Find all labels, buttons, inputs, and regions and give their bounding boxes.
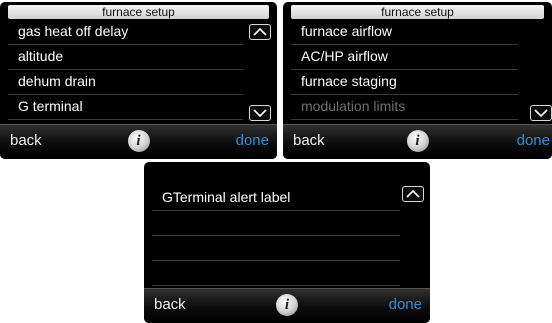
menu-list: furnace airflow AC/HP airflow furnace st… (291, 20, 518, 120)
scroll-up-button[interactable] (249, 24, 271, 40)
menu-item-g-terminal[interactable]: G terminal (8, 95, 243, 120)
done-button[interactable]: done (517, 132, 550, 149)
done-button[interactable]: done (389, 296, 422, 313)
menu-list: gas heat off delay altitude dehum drain … (8, 20, 243, 120)
menu-item-gterminal-alert-label[interactable]: GTerminal alert label (152, 186, 400, 211)
furnace-setup-screen-1: furnace setup gas heat off delay altitud… (0, 2, 277, 159)
screen-title: furnace setup (291, 5, 544, 19)
scroll-down-button[interactable] (249, 105, 271, 121)
back-button[interactable]: back (10, 132, 42, 149)
empty-row (152, 261, 400, 286)
footer-bar: back i done (0, 124, 277, 159)
menu-item-furnace-airflow[interactable]: furnace airflow (291, 20, 518, 45)
menu-item-furnace-staging[interactable]: furnace staging (291, 70, 518, 95)
scroll-down-button[interactable] (530, 105, 552, 121)
menu-item-gas-heat-off-delay[interactable]: gas heat off delay (8, 20, 243, 45)
info-icon[interactable]: i (406, 130, 429, 152)
info-icon[interactable]: i (276, 294, 298, 316)
menu-item-altitude[interactable]: altitude (8, 45, 243, 70)
screen-title: furnace setup (8, 5, 269, 19)
menu-item-modulation-limits: modulation limits (291, 95, 518, 120)
footer-bar: back i done (283, 124, 552, 159)
scroll-up-button[interactable] (402, 186, 424, 202)
empty-row (152, 236, 400, 261)
furnace-setup-screen-2: furnace setup furnace airflow AC/HP airf… (283, 2, 552, 159)
menu-list: GTerminal alert label (152, 186, 400, 286)
chevron-down-icon (534, 109, 548, 118)
menu-item-ac-hp-airflow[interactable]: AC/HP airflow (291, 45, 518, 70)
back-button[interactable]: back (154, 296, 186, 313)
back-button[interactable]: back (293, 132, 325, 149)
info-icon[interactable]: i (127, 130, 150, 152)
chevron-down-icon (253, 109, 267, 118)
done-button[interactable]: done (236, 132, 269, 149)
g-terminal-screen: GTerminal alert label back i done (144, 162, 430, 323)
chevron-up-icon (406, 189, 420, 198)
empty-row (152, 211, 400, 236)
menu-item-dehum-drain[interactable]: dehum drain (8, 70, 243, 95)
footer-bar: back i done (144, 288, 430, 323)
chevron-up-icon (253, 27, 267, 36)
